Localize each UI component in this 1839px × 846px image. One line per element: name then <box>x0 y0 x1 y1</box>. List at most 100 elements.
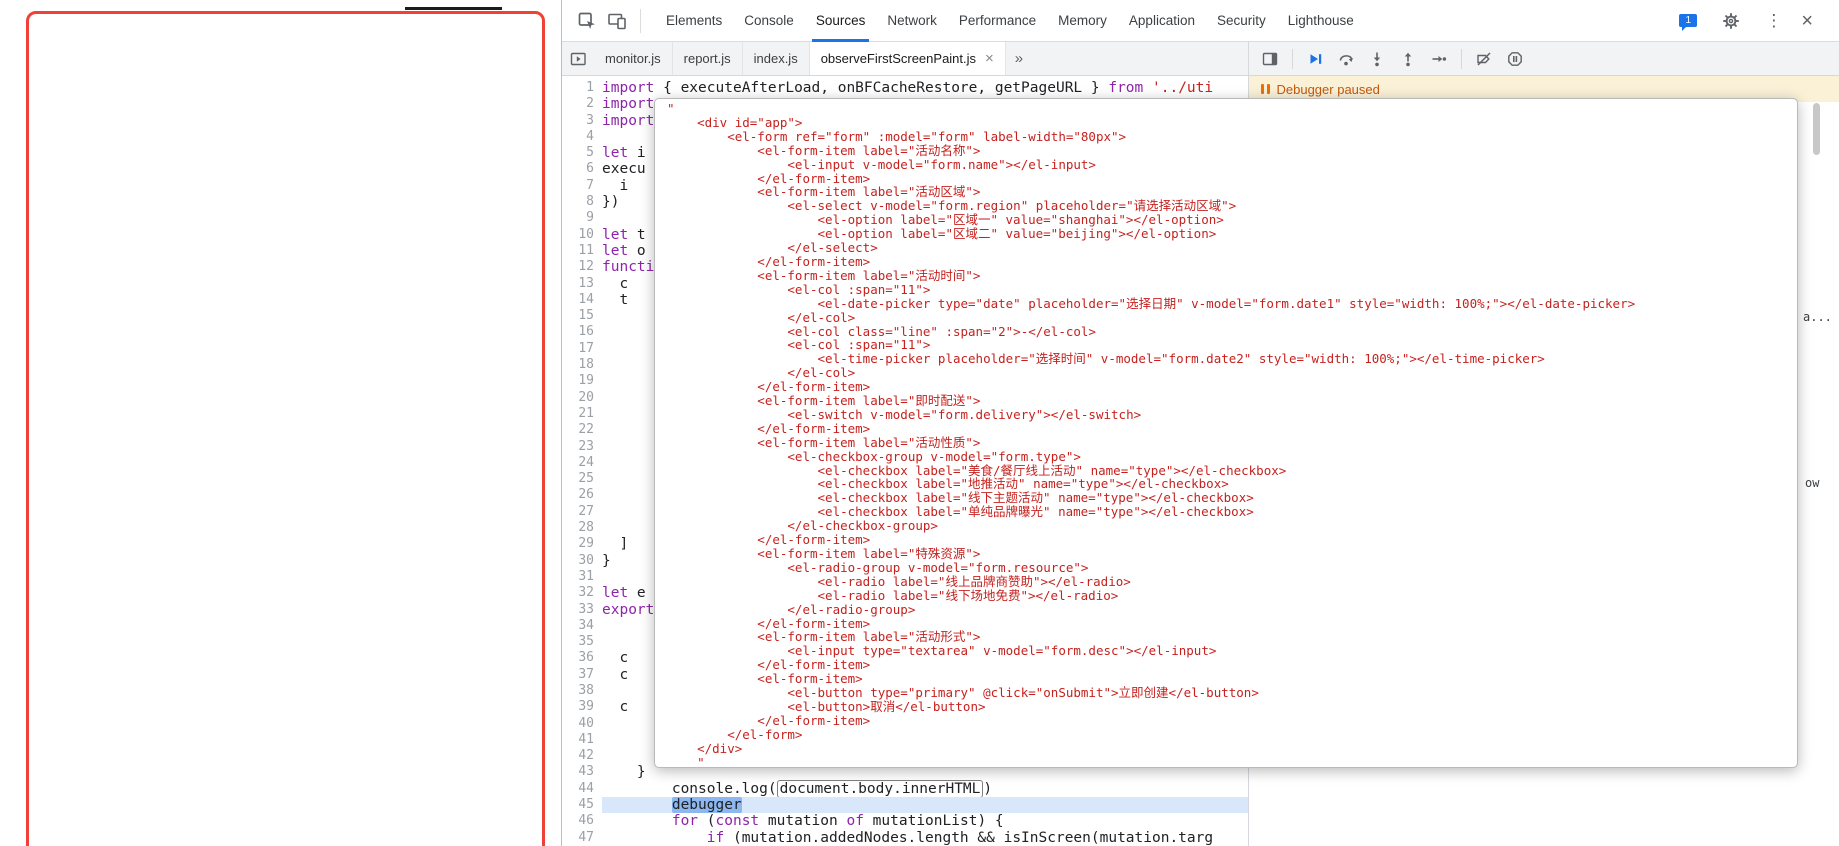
line-number[interactable]: 36 <box>562 650 602 666</box>
element-highlight <box>26 11 545 846</box>
code-text[interactable]: debugger <box>602 797 1248 814</box>
step-into-icon[interactable] <box>1368 50 1386 68</box>
line-number[interactable]: 7 <box>562 178 602 194</box>
issues-button[interactable]: 1 <box>1679 14 1698 31</box>
step-over-icon[interactable] <box>1337 50 1355 68</box>
deactivate-breakpoints-icon[interactable] <box>1475 50 1493 68</box>
step-out-icon[interactable] <box>1399 50 1417 68</box>
line-number[interactable]: 28 <box>562 520 602 536</box>
line-number[interactable]: 40 <box>562 716 602 732</box>
line-number[interactable]: 30 <box>562 553 602 569</box>
line-number[interactable]: 33 <box>562 602 602 618</box>
line-number[interactable]: 13 <box>562 276 602 292</box>
line-number[interactable]: 3 <box>562 113 602 129</box>
line-number[interactable]: 38 <box>562 683 602 699</box>
tab-sources[interactable]: Sources <box>805 0 877 42</box>
tab-memory[interactable]: Memory <box>1047 0 1118 42</box>
line-number[interactable]: 29 <box>562 536 602 552</box>
step-icon[interactable] <box>1430 50 1448 68</box>
line-number[interactable]: 4 <box>562 129 602 145</box>
code-token: for <box>671 813 699 830</box>
inspected-page[interactable] <box>0 0 561 846</box>
screen: Elements Console Sources Network Performance… <box>0 0 1839 846</box>
close-devtools-icon[interactable]: × <box>1801 11 1813 31</box>
paused-statement-token: debugger <box>671 797 742 814</box>
line-number[interactable]: 22 <box>562 422 602 438</box>
line-number[interactable]: 15 <box>562 308 602 324</box>
toggle-debugger-sidebar-icon[interactable] <box>1261 50 1279 68</box>
line-number[interactable]: 6 <box>562 161 602 177</box>
line-number[interactable]: 24 <box>562 455 602 471</box>
line-number[interactable]: 34 <box>562 618 602 634</box>
line-number[interactable]: 1 <box>562 80 602 96</box>
line-number[interactable]: 42 <box>562 748 602 764</box>
code-token: let <box>602 145 629 162</box>
code-token: ( <box>698 813 716 830</box>
more-tabs-icon[interactable]: » <box>1006 42 1032 75</box>
file-tab-report-js[interactable]: report.js <box>673 42 743 75</box>
line-number[interactable]: 41 <box>562 732 602 748</box>
line-number[interactable]: 2 <box>562 96 602 112</box>
code-token: c <box>602 666 629 683</box>
tab-elements[interactable]: Elements <box>655 0 733 42</box>
value-preview-content: " <div id="app"> <el-form ref="form" :mo… <box>667 101 1636 768</box>
file-tab-observeFirstScreenPaint-js[interactable]: observeFirstScreenPaint.js × <box>809 42 1006 75</box>
file-tab-monitor-js[interactable]: monitor.js <box>594 42 673 75</box>
line-number[interactable]: 32 <box>562 585 602 601</box>
devtools-main-toolbar: Elements Console Sources Network Performance… <box>562 0 1839 42</box>
value-preview-popup: " <div id="app"> <el-form ref="form" :mo… <box>654 98 1798 768</box>
line-number[interactable]: 5 <box>562 145 602 161</box>
line-number[interactable]: 39 <box>562 699 602 715</box>
line-number[interactable]: 21 <box>562 406 602 422</box>
close-tab-icon[interactable]: × <box>985 51 994 66</box>
code-text[interactable]: for (const mutation of mutationList) { <box>602 813 1248 829</box>
device-toolbar-icon[interactable] <box>606 10 628 32</box>
code-token: let <box>602 226 629 243</box>
inspect-element-icon[interactable] <box>576 10 598 32</box>
line-number[interactable]: 11 <box>562 243 602 259</box>
line-number[interactable]: 9 <box>562 210 602 226</box>
line-number[interactable]: 47 <box>562 830 602 846</box>
code-token: ) <box>983 780 993 797</box>
pause-on-exceptions-icon[interactable] <box>1506 50 1524 68</box>
line-number[interactable]: 17 <box>562 341 602 357</box>
line-number[interactable]: 19 <box>562 373 602 389</box>
tab-network[interactable]: Network <box>876 0 948 42</box>
line-number[interactable]: 31 <box>562 569 602 585</box>
show-navigator-icon[interactable] <box>562 42 594 75</box>
tab-lighthouse[interactable]: Lighthouse <box>1277 0 1365 42</box>
code-token: import <box>602 112 655 129</box>
resume-script-icon[interactable] <box>1306 50 1324 68</box>
line-number[interactable]: 46 <box>562 813 602 829</box>
code-text[interactable]: import { executeAfterLoad, onBFCacheRest… <box>602 80 1248 96</box>
settings-gear-icon[interactable] <box>1720 10 1742 32</box>
code-token: export <box>602 601 655 618</box>
code-text[interactable]: console.log(document.body.innerHTML) <box>602 779 1248 798</box>
tab-security[interactable]: Security <box>1206 0 1277 42</box>
code-token: from <box>1108 80 1144 96</box>
line-number[interactable]: 8 <box>562 194 602 210</box>
code-text[interactable]: if (mutation.addedNodes.length && isInSc… <box>602 830 1248 846</box>
line-number[interactable]: 12 <box>562 259 602 275</box>
line-number[interactable]: 10 <box>562 227 602 243</box>
line-number[interactable]: 44 <box>562 781 602 797</box>
tab-performance[interactable]: Performance <box>948 0 1047 42</box>
line-number[interactable]: 43 <box>562 764 602 780</box>
sidebar-scrollbar-thumb[interactable] <box>1813 103 1820 155</box>
tab-application[interactable]: Application <box>1118 0 1206 42</box>
line-number[interactable]: 18 <box>562 357 602 373</box>
line-number[interactable]: 25 <box>562 471 602 487</box>
line-number[interactable]: 26 <box>562 487 602 503</box>
file-tab-index-js[interactable]: index.js <box>743 42 810 75</box>
line-number[interactable]: 23 <box>562 439 602 455</box>
line-number[interactable]: 14 <box>562 292 602 308</box>
sidebar-text-fragment: a... <box>1803 310 1832 324</box>
line-number[interactable]: 37 <box>562 667 602 683</box>
more-options-kebab-icon[interactable]: ⋮ <box>1765 12 1782 29</box>
line-number[interactable]: 16 <box>562 324 602 340</box>
line-number[interactable]: 35 <box>562 634 602 650</box>
line-number[interactable]: 20 <box>562 390 602 406</box>
tab-console[interactable]: Console <box>733 0 805 42</box>
line-number[interactable]: 45 <box>562 797 602 813</box>
line-number[interactable]: 27 <box>562 504 602 520</box>
